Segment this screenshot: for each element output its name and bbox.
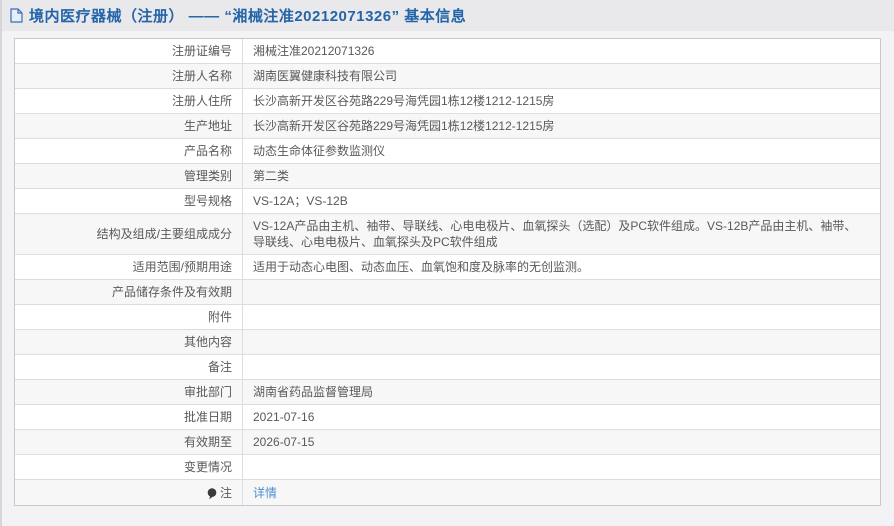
row-value: 适用于动态心电图、动态血压、血氧饱和度及脉率的无创监测。: [253, 260, 590, 274]
table-row: 管理类别 第二类: [15, 164, 880, 189]
row-label: 注册证编号: [15, 39, 243, 63]
row-label: 管理类别: [15, 164, 243, 188]
row-value: 2026-07-15: [253, 435, 315, 449]
table-row: 审批部门 湖南省药品监督管理局: [15, 380, 880, 405]
table-row: 适用范围/预期用途 适用于动态心电图、动态血压、血氧饱和度及脉率的无创监测。: [15, 255, 880, 280]
row-label: 备注: [15, 355, 243, 379]
row-value: 第二类: [253, 169, 290, 183]
table-row: 有效期至 2026-07-15: [15, 430, 880, 455]
table-row: 变更情况: [15, 455, 880, 480]
row-value: [243, 280, 880, 304]
row-value: 湖南省药品监督管理局: [253, 385, 374, 399]
table-row: 产品名称 动态生命体征参数监测仪: [15, 139, 880, 164]
row-value: [243, 355, 880, 379]
row-label: 结构及组成/主要组成成分: [15, 214, 243, 254]
note-label: 注: [219, 485, 232, 500]
row-label: 审批部门: [15, 380, 243, 404]
row-label: 型号规格: [15, 189, 243, 213]
table-row: 注册人住所 长沙高新开发区谷苑路229号海凭园1栋12楼1212-1215房: [15, 89, 880, 114]
row-label: 产品名称: [15, 139, 243, 163]
page-title: 境内医疗器械（注册） —— “湘械注准20212071326” 基本信息: [29, 8, 467, 25]
page-header: 境内医疗器械（注册） —— “湘械注准20212071326” 基本信息: [2, 0, 894, 31]
row-value: 长沙高新开发区谷苑路229号海凭园1栋12楼1212-1215房: [253, 94, 555, 108]
row-value: 详情: [243, 480, 880, 505]
table-row: 备注: [15, 355, 880, 380]
table-row: 结构及组成/主要组成成分 VS-12A产品由主机、袖带、导联线、心电电极片、血氧…: [15, 214, 880, 255]
row-label: 其他内容: [15, 330, 243, 354]
row-value: [243, 455, 880, 479]
table-row: 附件: [15, 305, 880, 330]
table-row: 注册证编号 湘械注准20212071326: [15, 39, 880, 64]
row-label: 注册人名称: [15, 64, 243, 88]
row-label: 变更情况: [15, 455, 243, 479]
table-row: 产品储存条件及有效期: [15, 280, 880, 305]
row-label: 注: [15, 480, 243, 505]
row-label: 生产地址: [15, 114, 243, 138]
document-icon: [10, 8, 23, 23]
table-row-note: 注 详情: [15, 480, 880, 505]
table-row: 注册人名称 湖南医翼健康科技有限公司: [15, 64, 880, 89]
table-row: 生产地址 长沙高新开发区谷苑路229号海凭园1栋12楼1212-1215房: [15, 114, 880, 139]
registration-info-table: 注册证编号 湘械注准20212071326 注册人名称 湖南医翼健康科技有限公司…: [14, 38, 881, 506]
row-label: 适用范围/预期用途: [15, 255, 243, 279]
row-value: VS-12A；VS-12B: [253, 194, 348, 208]
row-label: 注册人住所: [15, 89, 243, 113]
table-row: 其他内容: [15, 330, 880, 355]
row-value: [243, 305, 880, 329]
row-value: 动态生命体征参数监测仪: [253, 144, 386, 158]
row-label: 有效期至: [15, 430, 243, 454]
row-value: VS-12A产品由主机、袖带、导联线、心电电极片、血氧探头（选配）及PC软件组成…: [253, 219, 857, 249]
row-label: 批准日期: [15, 405, 243, 429]
table-row: 型号规格 VS-12A；VS-12B: [15, 189, 880, 214]
row-label: 产品储存条件及有效期: [15, 280, 243, 304]
row-value: [243, 330, 880, 354]
row-value: 2021-07-16: [253, 410, 315, 424]
row-value: 长沙高新开发区谷苑路229号海凭园1栋12楼1212-1215房: [253, 119, 555, 133]
details-link[interactable]: 详情: [253, 485, 277, 501]
row-label: 附件: [15, 305, 243, 329]
row-value: 湘械注准20212071326: [253, 44, 375, 58]
row-value: 湖南医翼健康科技有限公司: [253, 69, 398, 83]
balloon-icon: [207, 487, 217, 500]
table-row: 批准日期 2021-07-16: [15, 405, 880, 430]
